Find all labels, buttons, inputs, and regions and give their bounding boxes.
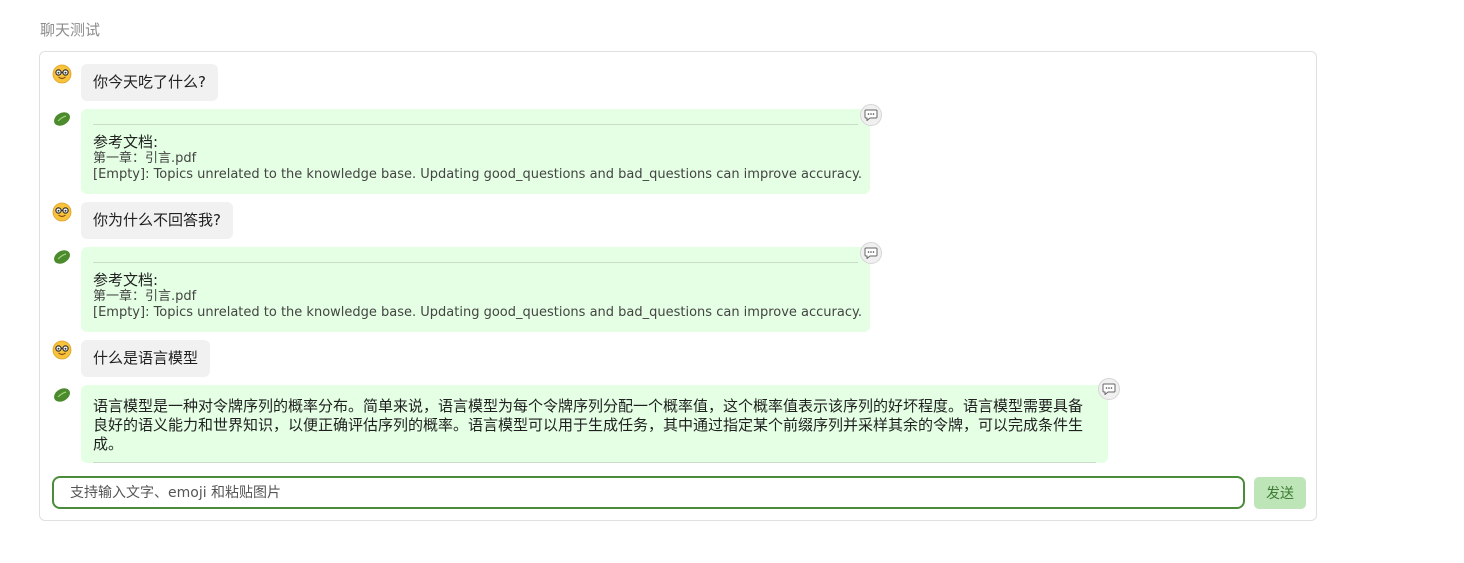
comment-icon [864, 109, 878, 121]
answer-text: 语言模型是一种对令牌序列的概率分布。简单来说，语言模型为每个令牌序列分配一个概率… [93, 397, 1084, 453]
user-message-bubble: 你今天吃了什么? [81, 64, 218, 101]
comment-button[interactable] [860, 104, 882, 126]
bot-avatar-icon [54, 388, 70, 402]
user-message-bubble: 什么是语言模型 [81, 340, 211, 377]
reference-note: [Empty]: Topics unrelated to the knowled… [93, 305, 862, 320]
comment-button[interactable] [1098, 378, 1120, 400]
user-avatar-icon [52, 202, 72, 222]
bot-avatar-icon [54, 250, 70, 264]
bot-message-bubble: 参考文档: 第一章：引言.pdf [Empty]: Topics unrelat… [81, 109, 870, 194]
bot-message-bubble: 参考文档: 第一章：引言.pdf [Empty]: Topics unrelat… [81, 247, 870, 332]
page-title: 聊天测试 [40, 21, 101, 39]
user-avatar-icon [52, 340, 72, 360]
bubble-divider [93, 462, 1096, 463]
comment-button[interactable] [860, 242, 882, 264]
reference-note: [Empty]: Topics unrelated to the knowled… [93, 167, 862, 182]
comment-icon [1102, 383, 1116, 395]
user-avatar-icon [52, 64, 72, 84]
user-message-bubble: 你为什么不回答我? [81, 202, 233, 239]
reference-heading: 参考文档: [93, 133, 159, 151]
send-button[interactable]: 发送 [1254, 477, 1306, 509]
chat-panel: 你今天吃了什么? 参考文档: 第一章：引言.pdf [Empty]: Topic… [39, 51, 1317, 521]
bot-message-bubble: 语言模型是一种对令牌序列的概率分布。简单来说，语言模型为每个令牌序列分配一个概率… [81, 385, 1108, 463]
reference-heading: 参考文档: [93, 271, 159, 289]
bubble-divider [93, 124, 858, 125]
chat-input[interactable] [52, 476, 1245, 509]
reference-file: 第一章：引言.pdf [93, 151, 197, 166]
bot-avatar-icon [54, 112, 70, 126]
bubble-divider [93, 262, 858, 263]
comment-icon [864, 247, 878, 259]
reference-file: 第一章：引言.pdf [93, 289, 197, 304]
